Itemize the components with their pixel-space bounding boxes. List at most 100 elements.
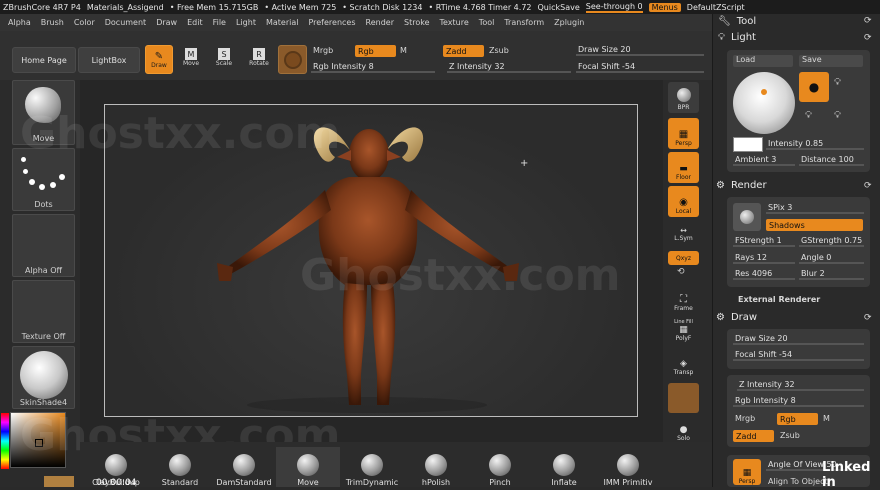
intensity-slider[interactable]: Intensity 0.85	[766, 139, 864, 150]
light-1-button[interactable]: ●	[799, 72, 829, 102]
spix-slider[interactable]: SPix 3	[766, 203, 864, 214]
blur-slider[interactable]: Blur 2	[799, 269, 864, 280]
m-button[interactable]: M	[400, 46, 407, 55]
menu-material[interactable]: Material	[266, 18, 299, 27]
brush-damstandard[interactable]: DamStandard	[212, 447, 276, 487]
render-bpr-button[interactable]	[733, 203, 761, 231]
tool-header[interactable]: 🔧︎ Tool	[718, 16, 756, 27]
light-2-button[interactable]: 💡︎	[834, 77, 841, 88]
menu-render[interactable]: Render	[366, 18, 394, 27]
menu-stroke[interactable]: Stroke	[404, 18, 430, 27]
menu-zplugin[interactable]: Zplugin	[554, 18, 584, 27]
align-to-object-button[interactable]: Align To Object	[768, 477, 828, 486]
gstrength-slider[interactable]: GStrength 0.75	[799, 236, 864, 247]
panel-zadd-button[interactable]: Zadd	[733, 430, 774, 442]
focal-shift-slider[interactable]: Focal Shift -54	[576, 62, 704, 73]
alpha-picker[interactable]: Alpha Off	[12, 214, 75, 277]
material-picker[interactable]: SkinShade4	[12, 346, 75, 409]
brush-imm-primitive[interactable]: IMM Primitiv	[596, 447, 660, 487]
floor-button[interactable]: ▬ Floor	[668, 152, 699, 183]
fstrength-slider[interactable]: FStrength 1	[733, 236, 795, 247]
rays-slider[interactable]: Rays 12	[733, 253, 795, 264]
quicksave-button[interactable]: QuickSave	[538, 3, 580, 12]
render-refresh-icon[interactable]: ⟳	[864, 181, 872, 191]
scale-mode-button[interactable]: S Scale	[213, 48, 235, 72]
draw-refresh-icon[interactable]: ⟳	[864, 313, 872, 323]
rgb-button[interactable]: Rgb	[355, 45, 396, 57]
render-header[interactable]: ⚙︎ Render	[716, 180, 767, 191]
transp-button[interactable]: ◈ Transp	[668, 352, 699, 378]
menu-texture[interactable]: Texture	[440, 18, 469, 27]
persp-button[interactable]: ▦ Persp	[668, 118, 699, 149]
local-button[interactable]: ◉ Local	[668, 186, 699, 217]
menu-alpha[interactable]: Alpha	[8, 18, 31, 27]
panel-rgb-intensity-slider[interactable]: Rgb Intensity 8	[733, 396, 864, 407]
move-mode-button[interactable]: M Move	[180, 48, 202, 72]
light-refresh-icon[interactable]: ⟳	[864, 33, 872, 43]
menu-transform[interactable]: Transform	[504, 18, 544, 27]
inflate-icon	[553, 454, 575, 476]
light-4-button[interactable]: 💡︎	[834, 110, 841, 121]
brush-pinch[interactable]: Pinch	[468, 447, 532, 487]
xyz-button[interactable]: Qxyz	[668, 251, 699, 265]
texture-picker[interactable]: Texture Off	[12, 280, 75, 343]
ghost-button[interactable]	[668, 383, 699, 413]
panel-focal-shift-slider[interactable]: Focal Shift -54	[733, 350, 864, 361]
rgb-intensity-slider[interactable]: Rgb Intensity 8	[311, 62, 435, 73]
polyf-button[interactable]: Line Fill ▦ PolyF	[668, 316, 699, 344]
panel-draw-size-slider[interactable]: Draw Size 20	[733, 334, 864, 345]
menu-draw[interactable]: Draw	[156, 18, 177, 27]
light-color-swatch[interactable]	[733, 137, 763, 152]
light-save-button[interactable]: Save	[799, 55, 863, 67]
panel-rgb-button[interactable]: Rgb	[777, 413, 818, 425]
draw-size-slider[interactable]: Draw Size 20	[576, 45, 704, 56]
shadows-button[interactable]: Shadows	[766, 219, 863, 231]
menu-file[interactable]: File	[213, 18, 226, 27]
secondary-color-swatch[interactable]	[44, 476, 74, 487]
solo-button[interactable]: ● Solo	[668, 420, 699, 444]
distance-slider[interactable]: Distance 100	[799, 155, 864, 166]
bpr-button[interactable]: BPR	[668, 82, 699, 113]
rotate-mode-button[interactable]: R Rotate	[247, 48, 271, 72]
mrgb-button[interactable]: Mrgb	[313, 46, 333, 55]
external-renderer-button[interactable]: External Renderer	[738, 295, 820, 304]
tool-refresh-icon[interactable]: ⟳	[864, 16, 872, 26]
default-zscript[interactable]: DefaultZScript	[687, 3, 745, 12]
frame-button[interactable]: ⛶ Frame	[668, 286, 699, 314]
panel-persp-button[interactable]: ▦ Persp	[733, 459, 761, 485]
light-header[interactable]: 💡︎ Light	[718, 32, 756, 43]
brush-trimdynamic[interactable]: TrimDynamic	[340, 447, 404, 487]
lightbox-button[interactable]: LightBox	[78, 47, 140, 73]
brush-hpolish[interactable]: hPolish	[404, 447, 468, 487]
menus-button[interactable]: Menus	[648, 2, 681, 12]
menu-document[interactable]: Document	[105, 18, 146, 27]
panel-z-intensity-slider[interactable]: Z Intensity 32	[737, 380, 864, 391]
draw-header[interactable]: ⚙︎ Draw	[716, 312, 757, 323]
menu-color[interactable]: Color	[74, 18, 95, 27]
lsym-button[interactable]: ↔ L.Sym	[668, 222, 699, 244]
z-intensity-slider[interactable]: Z Intensity 32	[447, 62, 571, 73]
res-slider[interactable]: Res 4096	[733, 269, 795, 280]
zadd-button[interactable]: Zadd	[443, 45, 484, 57]
menu-light[interactable]: Light	[236, 18, 256, 27]
brush-move[interactable]: Move	[276, 447, 340, 487]
menu-tool[interactable]: Tool	[479, 18, 495, 27]
panel-m-button[interactable]: M	[823, 414, 830, 423]
menu-preferences[interactable]: Preferences	[308, 18, 355, 27]
zsub-button[interactable]: Zsub	[489, 46, 509, 55]
panel-zsub-button[interactable]: Zsub	[780, 431, 800, 440]
material-preview-button[interactable]	[278, 45, 307, 74]
menu-brush[interactable]: Brush	[41, 18, 64, 27]
brush-inflate[interactable]: Inflate	[532, 447, 596, 487]
light-load-button[interactable]: Load	[733, 55, 793, 67]
draw-mode-button[interactable]: ✎ Draw	[145, 45, 173, 74]
brush-standard[interactable]: Standard	[148, 447, 212, 487]
panel-mrgb-button[interactable]: Mrgb	[735, 414, 755, 423]
ambient-slider[interactable]: Ambient 3	[733, 155, 795, 166]
see-through-slider[interactable]: See-through 0	[585, 2, 643, 13]
light-placement-sphere[interactable]	[733, 72, 795, 134]
light-3-button[interactable]: 💡︎	[805, 110, 812, 121]
angle-slider[interactable]: Angle 0	[799, 253, 864, 264]
menu-edit[interactable]: Edit	[187, 18, 203, 27]
home-page-button[interactable]: Home Page	[12, 47, 76, 73]
